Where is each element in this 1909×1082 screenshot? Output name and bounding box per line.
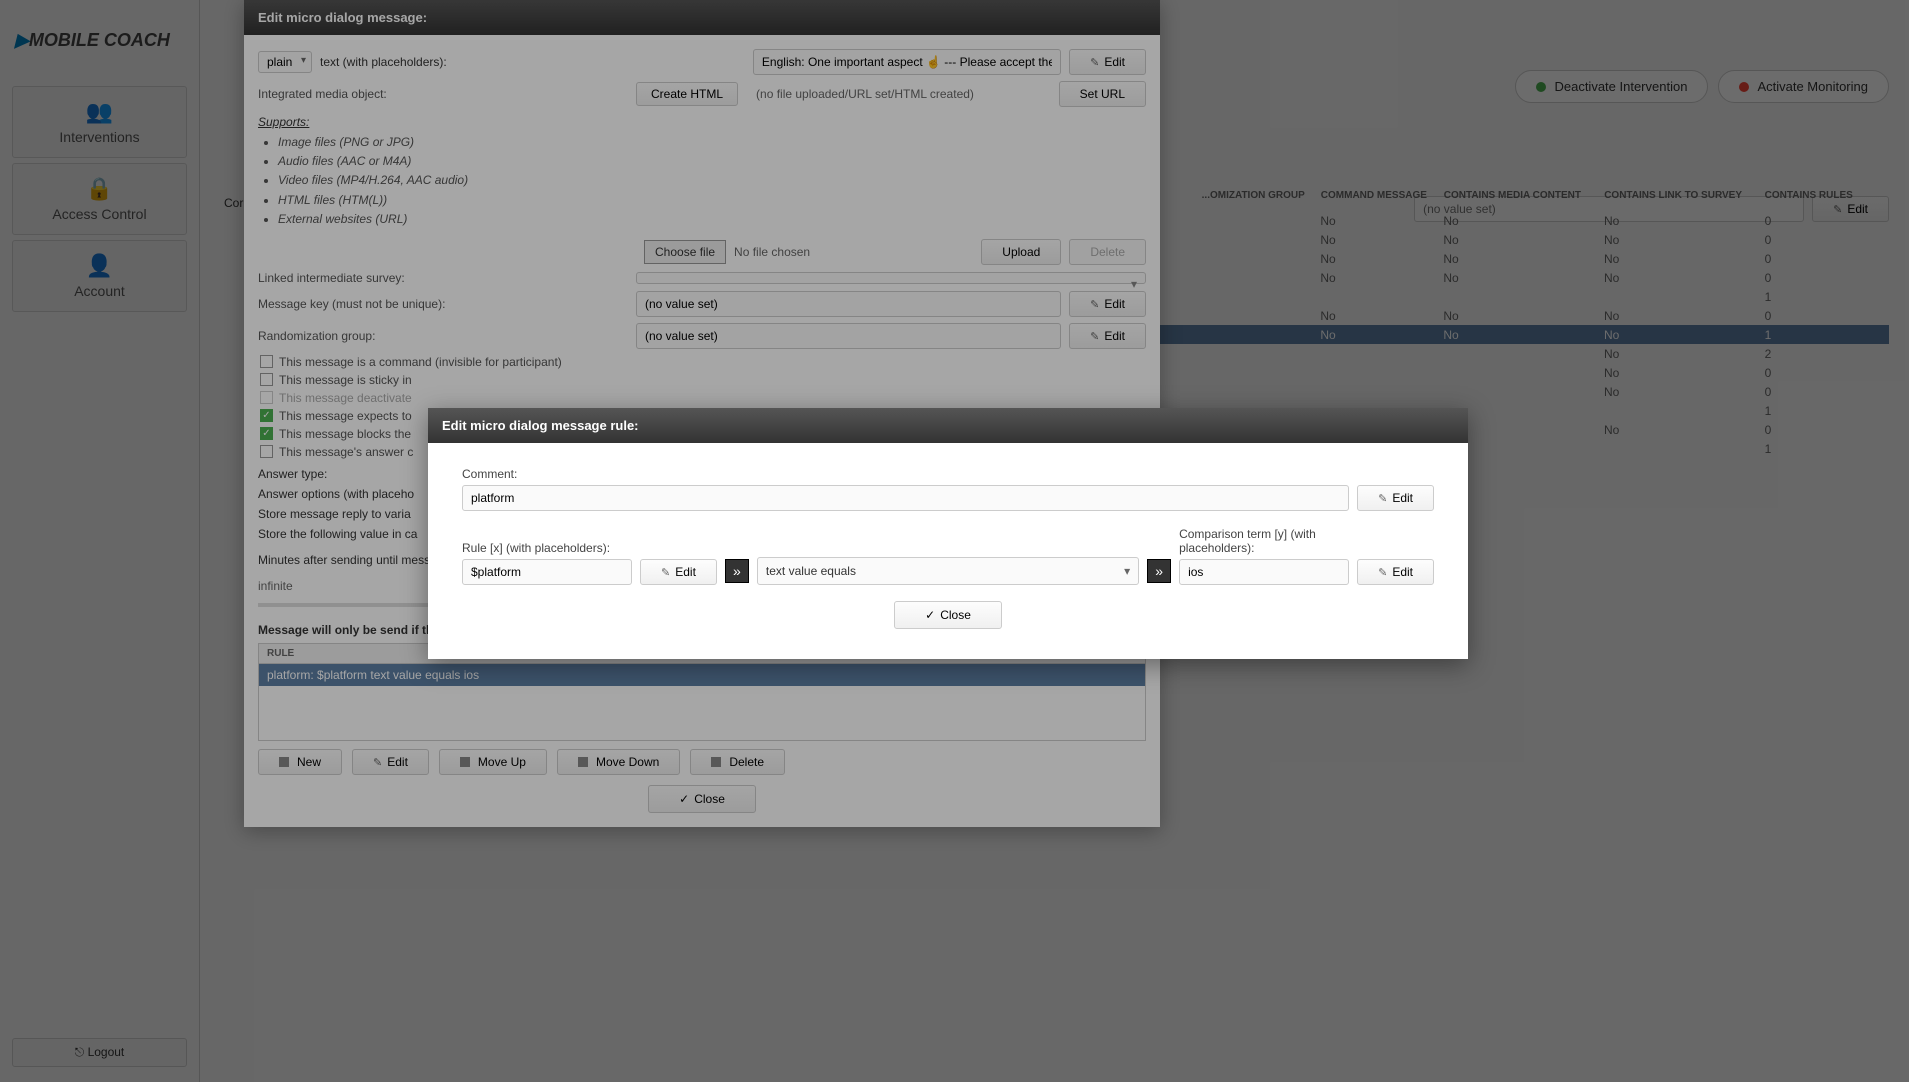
modal2-body: Comment: Edit Rule [x] (with placeholder… — [428, 443, 1468, 659]
modal2-title: Edit micro dialog message rule: — [428, 408, 1468, 443]
close-label: Close — [940, 608, 971, 622]
comment-input[interactable] — [462, 485, 1349, 511]
check-icon: ✓ — [925, 608, 935, 622]
term-y-label: Comparison term [y] (with placeholders): — [1179, 527, 1349, 555]
edit-rule-x-button[interactable]: Edit — [640, 559, 717, 585]
modal2-close-button[interactable]: ✓ Close — [894, 601, 1002, 629]
arrow-right-icon: » — [1147, 559, 1171, 583]
edit-label: Edit — [1392, 491, 1413, 505]
comment-label: Comment: — [462, 467, 1434, 481]
pencil-icon — [1378, 565, 1387, 579]
pencil-icon — [661, 565, 670, 579]
edit-label: Edit — [675, 565, 696, 579]
edit-label: Edit — [1392, 565, 1413, 579]
arrow-right-icon: » — [725, 559, 749, 583]
pencil-icon — [1378, 491, 1387, 505]
rule-x-input[interactable] — [462, 559, 632, 585]
operator-select[interactable]: text value equals — [757, 557, 1139, 585]
edit-term-y-button[interactable]: Edit — [1357, 559, 1434, 585]
term-y-input[interactable] — [1179, 559, 1349, 585]
rule-x-label: Rule [x] (with placeholders): — [462, 541, 632, 555]
edit-rule-modal: Edit micro dialog message rule: Comment:… — [428, 408, 1468, 659]
operator-value: text value equals — [766, 564, 856, 578]
edit-comment-button[interactable]: Edit — [1357, 485, 1434, 511]
